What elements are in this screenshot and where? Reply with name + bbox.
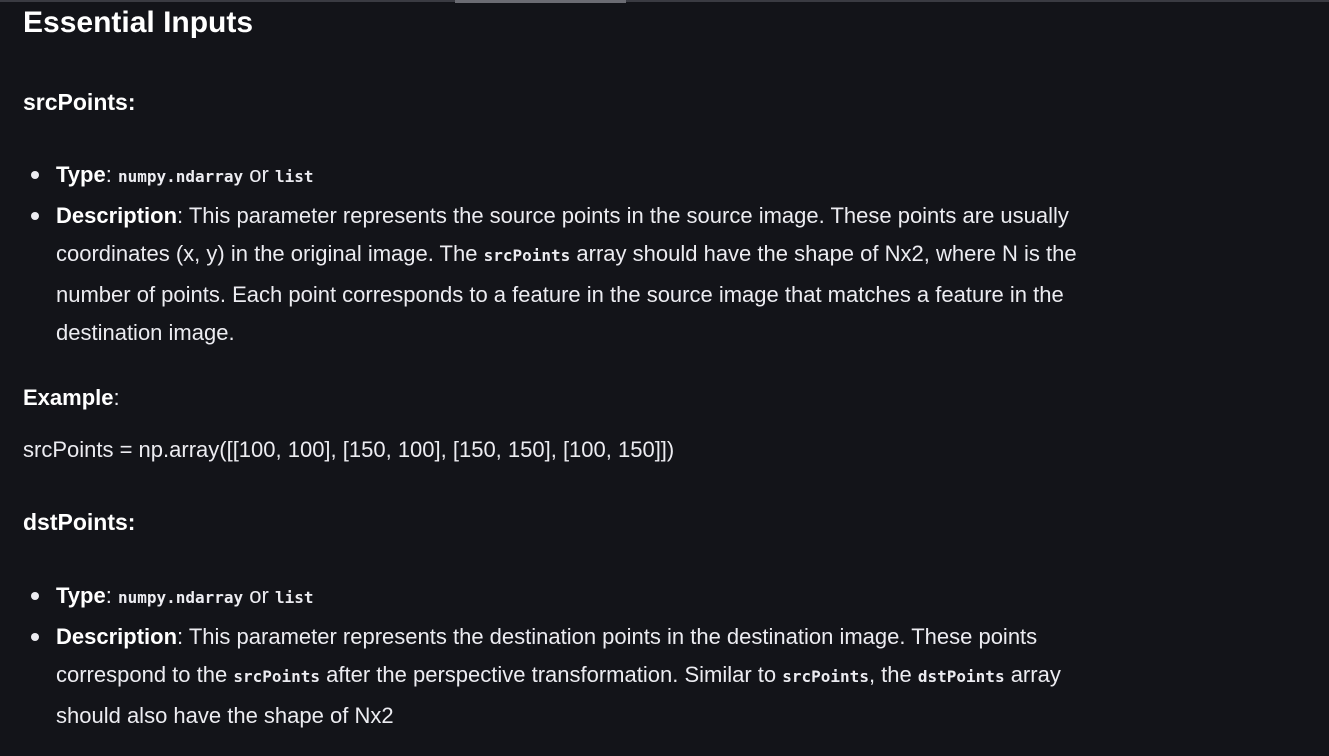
inline-code: srcPoints — [782, 667, 869, 686]
dstpoints-type-item: Type: numpy.ndarray or list — [31, 577, 1116, 618]
srcpoints-list: Type: numpy.ndarray or list Description:… — [23, 156, 1116, 353]
inline-code: srcPoints — [233, 667, 321, 686]
inline-code: dstPoints — [917, 667, 1005, 686]
type-label: Type — [56, 162, 106, 187]
example-label-line: Example: — [23, 385, 120, 410]
inline-code: numpy.ndarray — [117, 167, 244, 186]
srcpoints-description-item: Description: This parameter represents t… — [31, 197, 1116, 353]
dstpoints-heading: dstPoints: — [23, 509, 136, 535]
top-border — [0, 0, 1329, 2]
type-label: Type — [56, 583, 106, 608]
description-label: Description — [56, 202, 178, 228]
srcpoints-type-item: Type: numpy.ndarray or list — [31, 156, 1116, 197]
dstpoints-description-item: Description: This parameter represents t… — [31, 618, 1116, 736]
inline-code: list — [274, 167, 314, 186]
description-label: Description — [56, 623, 178, 649]
inline-code: numpy.ndarray — [117, 588, 244, 607]
scroll-indicator — [455, 0, 626, 3]
srcpoints-heading: srcPoints: — [23, 89, 136, 115]
example-label: Example — [23, 385, 114, 410]
inline-code: srcPoints — [483, 246, 571, 265]
section-title: Essential Inputs — [23, 6, 254, 39]
example-code-line: srcPoints = np.array([[100, 100], [150, … — [23, 437, 675, 462]
inline-code: list — [274, 588, 314, 607]
dstpoints-list: Type: numpy.ndarray or list Description:… — [23, 577, 1116, 735]
